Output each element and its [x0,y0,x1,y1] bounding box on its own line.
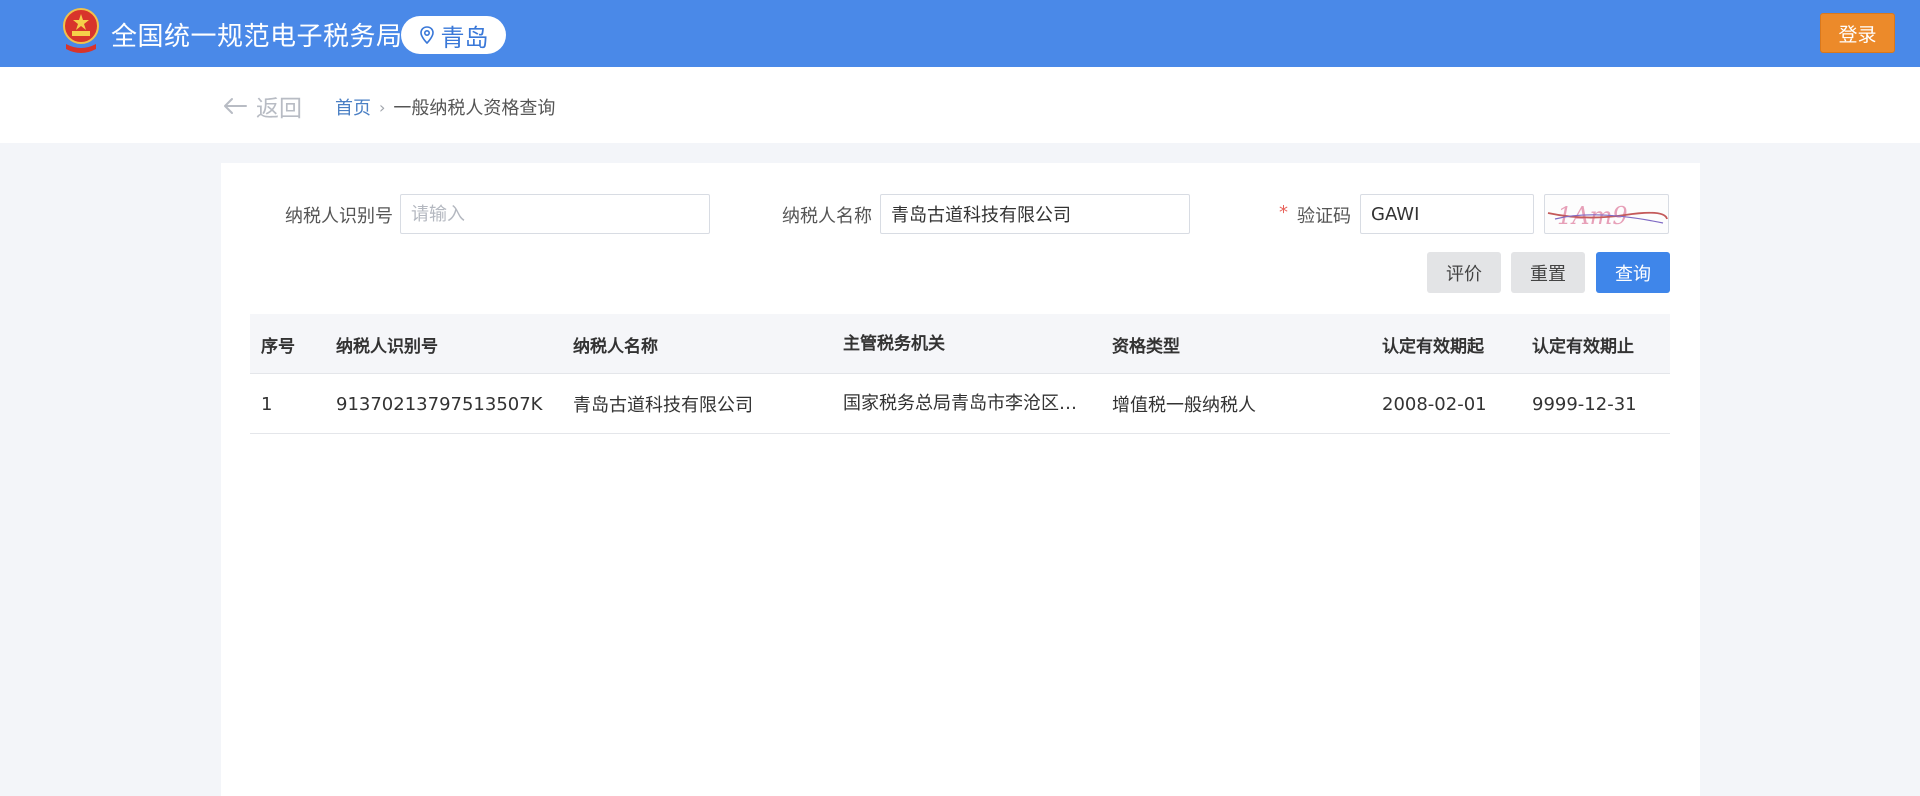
cell-index: 1 [261,393,273,415]
captcha-graphic: 1Am9 [1547,202,1668,230]
captcha-label: 验证码 [1297,206,1351,227]
breadcrumb-separator: › [379,97,386,117]
top-header: 全国统一规范电子税务局 青岛 登录 [0,0,1920,67]
captcha-input[interactable] [1360,194,1534,234]
cell-taxpayer-id: 91370213797513507K [336,393,543,415]
breadcrumb-current: 一般纳税人资格查询 [393,98,556,119]
login-button[interactable]: 登录 [1820,13,1895,53]
city-name: 青岛 [440,23,489,52]
back-button[interactable]: 返回 [222,89,302,123]
cell-qualification-type: 增值税一般纳税人 [1112,395,1256,416]
column-header-tax-authority: 主管税务机关 [843,334,945,354]
breadcrumb-home-link[interactable]: 首页 [335,94,371,120]
evaluate-button[interactable]: 评价 [1427,252,1501,293]
table-row: 1 91370213797513507K 青岛古道科技有限公司 国家税务总局青岛… [250,374,1670,434]
query-panel: 纳税人识别号 纳税人名称 * 验证码 1Am9 评价 重置 查询 序号 纳税人识… [221,163,1700,796]
city-selector[interactable]: 青岛 [401,16,506,54]
taxpayer-name-label: 纳税人名称 [782,206,872,227]
cell-valid-from: 2008-02-01 [1382,393,1487,415]
national-emblem-icon [63,8,99,53]
column-header-taxpayer-id: 纳税人识别号 [336,336,438,357]
query-button[interactable]: 查询 [1596,252,1670,293]
breadcrumb: 首页 › 一般纳税人资格查询 [335,94,555,120]
column-header-qualification-type: 资格类型 [1112,336,1180,357]
required-mark: * [1279,202,1288,223]
column-header-taxpayer-name: 纳税人名称 [573,336,658,357]
column-header-valid-to: 认定有效期止 [1532,336,1634,357]
location-pin-icon [419,26,434,44]
result-table: 序号 纳税人识别号 纳税人名称 主管税务机关 资格类型 认定有效期起 认定有效期… [250,314,1670,434]
cell-tax-authority: 国家税务总局青岛市李沧区税... [843,393,1093,414]
taxpayer-id-label: 纳税人识别号 [285,206,393,227]
column-header-valid-from: 认定有效期起 [1382,336,1484,357]
taxpayer-id-input[interactable] [400,194,710,234]
taxpayer-name-input[interactable] [880,194,1190,234]
arrow-left-icon [224,98,247,114]
captcha-image[interactable]: 1Am9 [1544,194,1669,234]
reset-button[interactable]: 重置 [1511,252,1585,293]
table-header: 序号 纳税人识别号 纳税人名称 主管税务机关 资格类型 认定有效期起 认定有效期… [250,314,1670,374]
site-title: 全国统一规范电子税务局 [111,22,403,52]
cell-taxpayer-name: 青岛古道科技有限公司 [573,395,753,416]
cell-valid-to: 9999-12-31 [1532,393,1637,415]
back-label: 返回 [256,96,302,122]
breadcrumb-bar: 返回 首页 › 一般纳税人资格查询 [0,67,1920,143]
column-header-index: 序号 [261,336,295,357]
